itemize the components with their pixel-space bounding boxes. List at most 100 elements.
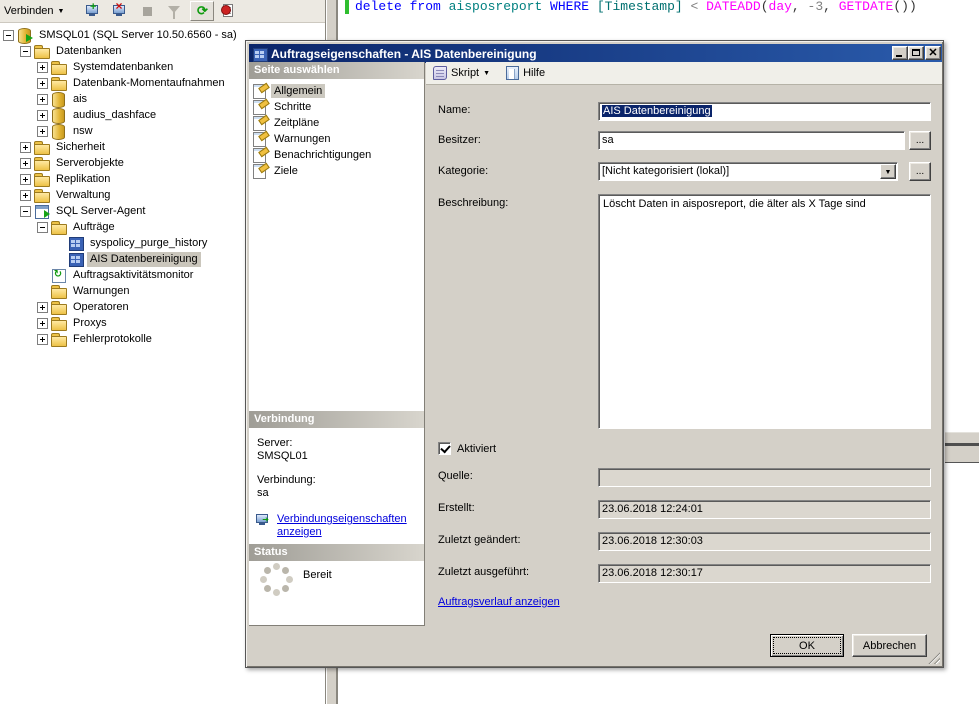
folder-icon (34, 140, 49, 154)
server-icon (17, 28, 32, 42)
expand-icon[interactable] (37, 110, 48, 121)
activity-monitor-icon (51, 268, 66, 282)
dialog-toolbar: Skript ▼ Hilfe (426, 62, 942, 85)
page-item-zeitpläne[interactable]: Zeitpläne (249, 115, 423, 131)
script-icon (433, 66, 447, 80)
tree-item-label: Sicherheit (53, 140, 108, 155)
database-icon (51, 92, 66, 106)
maximize-icon (912, 49, 920, 56)
tree-item-label: Datenbanken (53, 44, 124, 59)
page-item-ziele[interactable]: Ziele (249, 163, 423, 179)
dropdown-arrow-icon[interactable]: ▼ (880, 164, 896, 179)
status-text: Bereit (303, 569, 332, 581)
expand-icon[interactable] (37, 62, 48, 73)
tree-item-label: Fehlerprotokolle (70, 332, 155, 347)
minimize-button[interactable] (892, 46, 908, 60)
page-item-warnungen[interactable]: Warnungen (249, 131, 423, 147)
description-textarea[interactable]: Löscht Daten in aisposreport, die älter … (598, 194, 931, 429)
page-icon (252, 100, 268, 114)
connect-menu-button[interactable]: Verbinden ▼ (0, 1, 70, 21)
dialog-title: Auftragseigenschaften - AIS Datenbereini… (271, 47, 537, 61)
script-error-icon (223, 4, 233, 17)
page-item-label: Benachrichtigungen (271, 148, 374, 162)
connect-menu-label: Verbinden (4, 5, 54, 17)
collapse-icon[interactable] (20, 206, 31, 217)
indent-spacer (54, 254, 65, 265)
expand-icon[interactable] (20, 190, 31, 201)
sql-query-line[interactable]: delete from aisposreport WHERE [Timestam… (355, 0, 917, 14)
job-properties-dialog: Auftragseigenschaften - AIS Datenbereini… (245, 40, 944, 668)
refresh-button[interactable]: ⟳ (190, 1, 214, 21)
expand-icon[interactable] (37, 302, 48, 313)
stop-button[interactable] (136, 1, 160, 21)
select-page-header: Seite auswählen (249, 62, 424, 79)
sql-agent-icon (34, 204, 49, 218)
tree-item-label: ais (70, 92, 90, 107)
expand-icon[interactable] (37, 318, 48, 329)
indent-spacer (37, 270, 48, 281)
view-connection-properties-link[interactable]: Verbindungseigenschaften (277, 513, 407, 525)
owner-input[interactable]: sa (598, 131, 905, 150)
tree-item-label: Warnungen (70, 284, 132, 299)
view-job-history-link[interactable]: Auftragsverlauf anzeigen (438, 596, 560, 608)
maximize-button[interactable] (908, 46, 924, 60)
collapse-icon[interactable] (37, 222, 48, 233)
modified-field: 23.06.2018 12:30:03 (598, 532, 931, 551)
view-connection-properties-link-2[interactable]: anzeigen (277, 526, 322, 538)
last-executed-label: Zuletzt ausgeführt: (438, 566, 529, 578)
tree-item-label: SMSQL01 (SQL Server 10.50.6560 - sa) (36, 28, 240, 43)
name-input[interactable]: AIS Datenbereinigung (598, 102, 931, 121)
connect-object-explorer-button[interactable] (82, 1, 106, 21)
enabled-checkbox[interactable] (438, 442, 451, 455)
folder-icon (51, 316, 66, 330)
category-browse-button[interactable]: ... (909, 162, 931, 181)
connection-value: sa (257, 487, 269, 499)
cancel-button[interactable]: Abbrechen (852, 634, 927, 657)
expand-icon[interactable] (37, 334, 48, 345)
help-button[interactable]: Hilfe (504, 63, 551, 83)
script-button[interactable]: Skript ▼ (431, 63, 496, 83)
page-item-benachrichtigungen[interactable]: Benachrichtigungen (249, 147, 423, 163)
object-explorer-toolbar: Verbinden ▼ ⟳ (0, 0, 325, 23)
source-label: Quelle: (438, 470, 473, 482)
tree-item-label: Aufträge (70, 220, 118, 235)
collapse-icon[interactable] (20, 46, 31, 57)
connect-icon (86, 5, 98, 14)
ok-button[interactable]: OK (770, 634, 844, 657)
expand-icon[interactable] (37, 94, 48, 105)
expand-icon[interactable] (37, 78, 48, 89)
resize-grip[interactable] (927, 651, 940, 664)
page-item-schritte[interactable]: Schritte (249, 99, 423, 115)
folder-icon (51, 284, 66, 298)
expand-icon[interactable] (20, 158, 31, 169)
created-label: Erstellt: (438, 502, 475, 514)
close-button[interactable]: ✕ (925, 46, 941, 60)
owner-browse-button[interactable]: ... (909, 131, 931, 150)
collapse-icon[interactable] (3, 30, 14, 41)
page-item-label: Zeitpläne (271, 116, 322, 130)
category-dropdown[interactable]: [Nicht kategorisiert (lokal)] ▼ (598, 162, 898, 181)
filter-button[interactable] (163, 1, 187, 21)
script-error-button[interactable] (217, 1, 241, 21)
enabled-label: Aktiviert (457, 443, 496, 455)
tree-item-label: Systemdatenbanken (70, 60, 176, 75)
expand-icon[interactable] (20, 174, 31, 185)
tree-item-label: syspolicy_purge_history (87, 236, 210, 251)
progress-spinner-icon (273, 576, 280, 583)
owner-label: Besitzer: (438, 134, 481, 146)
chevron-down-icon: ▼ (483, 70, 490, 77)
disconnect-button[interactable] (109, 1, 133, 21)
folder-icon (34, 44, 49, 58)
page-icon (252, 132, 268, 146)
name-value: AIS Datenbereinigung (602, 105, 712, 117)
folder-icon (51, 300, 66, 314)
tree-item-label: AIS Datenbereinigung (87, 252, 201, 267)
category-label: Kategorie: (438, 165, 488, 177)
computer-icon (256, 514, 268, 523)
page-item-label: Schritte (271, 100, 314, 114)
expand-icon[interactable] (37, 126, 48, 137)
sql-token: delete from (355, 0, 449, 14)
job-icon (68, 236, 83, 250)
page-item-allgemein[interactable]: Allgemein (249, 83, 423, 99)
expand-icon[interactable] (20, 142, 31, 153)
